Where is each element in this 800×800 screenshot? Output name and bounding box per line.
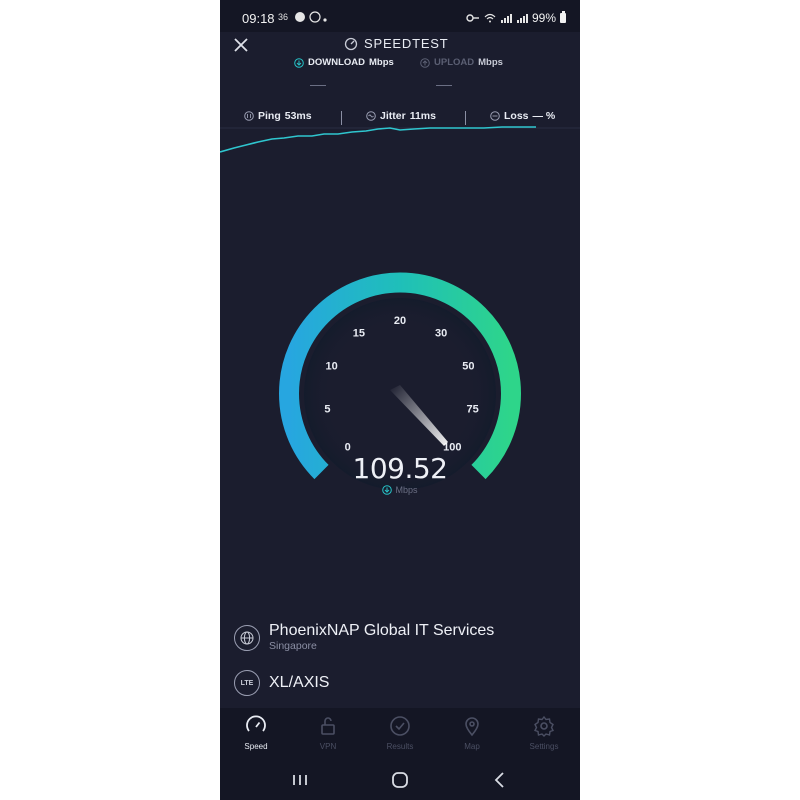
speed-unit: Mbps [220, 485, 580, 495]
lock-icon [321, 717, 335, 735]
nav-settings-label: Settings [529, 742, 559, 751]
nav-results[interactable]: Results [364, 714, 436, 751]
signal-icon-2 [516, 14, 528, 23]
download-value [310, 85, 326, 86]
notification-icons [295, 11, 327, 23]
nav-map[interactable]: Map [436, 714, 508, 751]
lte-badge: LTE [240, 679, 254, 687]
nav-speed[interactable]: Speed [220, 714, 292, 751]
gauge-tick-75: 75 [466, 403, 478, 415]
download-unit: Mbps [369, 57, 394, 68]
speedtest-logo-icon [344, 37, 358, 50]
globe-icon [234, 624, 260, 651]
checkmark-circle-icon [390, 716, 410, 736]
upload-value [436, 85, 452, 86]
upload-unit: Mbps [478, 57, 503, 68]
network-speed-indicator: 36 [278, 12, 289, 22]
server-name: PhoenixNAP Global IT Services [269, 622, 495, 639]
nav-map-label: Map [464, 742, 480, 751]
tab-download[interactable]: DOWNLOAD Mbps [294, 57, 394, 68]
battery-icon [560, 11, 566, 23]
system-nav-bar [220, 758, 580, 800]
status-right: 99% [466, 11, 566, 25]
status-time: 09:18 [242, 11, 275, 26]
server-info: PhoenixNAP Global IT Services Singapore [269, 622, 494, 653]
gauge-tick-15: 15 [353, 328, 365, 340]
close-icon[interactable] [230, 34, 252, 56]
nav-settings[interactable]: Settings [508, 714, 580, 751]
lte-icon: LTE [234, 670, 260, 696]
app-title: SPEEDTEST [344, 36, 449, 51]
speed-unit-label: Mbps [395, 485, 418, 495]
gauge-tick-50: 50 [462, 361, 474, 373]
gauge-tick-10: 10 [325, 361, 337, 373]
app-title-text: SPEEDTEST [364, 36, 449, 51]
map-pin-icon [465, 717, 479, 737]
home-icon[interactable] [388, 768, 412, 792]
upload-label: UPLOAD [434, 57, 475, 68]
speed-trace-graph [220, 126, 580, 153]
download-arrow-icon [382, 485, 393, 495]
back-icon[interactable] [488, 768, 512, 792]
gear-icon [534, 715, 554, 737]
nav-vpn-label: VPN [319, 742, 337, 751]
download-label: DOWNLOAD [308, 57, 365, 68]
provider-row: LTE XL/AXIS [234, 670, 329, 696]
nav-results-label: Results [386, 742, 414, 751]
battery-level: 99% [531, 11, 556, 25]
app-screen: 09:18 36 99% SPEEDTEST DOWNLOAD Mbps UPL… [220, 0, 580, 800]
tab-upload[interactable]: UPLOAD Mbps [420, 57, 503, 68]
status-bar: 09:18 36 99% [220, 0, 580, 32]
result-tabs: DOWNLOAD Mbps UPLOAD Mbps [220, 56, 580, 96]
bottom-nav: Speed VPN Results Map Settings [220, 708, 580, 758]
provider-name: XL/AXIS [269, 674, 330, 691]
gauge-tick-20: 20 [394, 315, 406, 327]
signal-icon [500, 14, 512, 23]
gauge-tick-5: 5 [324, 403, 330, 415]
gauge-tick-30: 30 [435, 328, 447, 340]
download-arrow-icon [294, 57, 304, 68]
upload-arrow-icon [420, 57, 430, 68]
recent-apps-icon[interactable] [288, 768, 312, 792]
speed-trace-line [220, 126, 536, 153]
key-icon [466, 14, 479, 22]
speed-gauge-icon [246, 715, 266, 732]
nav-speed-label: Speed [244, 742, 268, 751]
speed-value: 109.52 [352, 452, 448, 485]
wifi-icon [484, 13, 496, 23]
provider-info: XL/AXIS [269, 674, 329, 692]
server-location: Singapore [269, 640, 317, 652]
server-row[interactable]: PhoenixNAP Global IT Services Singapore [234, 622, 494, 653]
nav-vpn[interactable]: VPN [292, 714, 364, 751]
